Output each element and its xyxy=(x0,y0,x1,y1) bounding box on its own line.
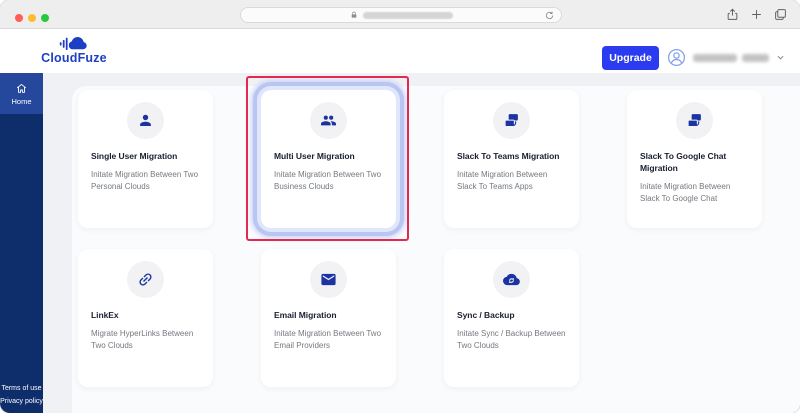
card-description: Migrate HyperLinks Between Two Clouds xyxy=(91,329,194,350)
cloud-sync-icon xyxy=(503,271,520,288)
card-icon-circle xyxy=(310,261,347,298)
address-bar[interactable] xyxy=(240,7,562,23)
chevron-down-icon xyxy=(776,53,785,62)
card-icon-circle xyxy=(493,102,530,139)
card-title: Slack To Teams Migration xyxy=(457,151,560,161)
redacted-url xyxy=(362,11,453,19)
tabs-icon[interactable] xyxy=(774,8,787,21)
content-panel: Single User Migration Initate Migration B… xyxy=(72,76,800,413)
card-sync-backup[interactable]: Sync / Backup Initate Sync / Backup Betwe… xyxy=(444,249,579,387)
card-icon-circle xyxy=(127,261,164,298)
redacted-username xyxy=(693,53,769,62)
multi-user-icon xyxy=(320,112,337,129)
user-menu[interactable] xyxy=(667,48,785,67)
sidebar: Home Terms of use Privacy policy xyxy=(0,73,43,413)
cloudfuze-logo-icon xyxy=(52,35,96,51)
card-description: Initate Migration Between Two Business C… xyxy=(274,170,382,191)
cards-grid: Single User Migration Initate Migration B… xyxy=(78,76,762,387)
sidebar-item-label: Home xyxy=(11,96,32,106)
card-icon-circle xyxy=(676,102,713,139)
card-title: Slack To Google Chat Migration xyxy=(640,151,727,173)
lock-icon xyxy=(350,11,358,19)
privacy-policy-link[interactable]: Privacy policy xyxy=(0,395,43,408)
close-button[interactable] xyxy=(15,14,23,22)
email-icon xyxy=(320,271,337,288)
card-email-migration[interactable]: Email Migration Initate Migration Between… xyxy=(261,249,396,387)
link-icon xyxy=(137,271,154,288)
card-title: LinkEx xyxy=(91,310,119,320)
card-description: Initate Migration Between Two Email Prov… xyxy=(274,329,382,350)
card-slack-to-teams-migration[interactable]: Slack To Teams Migration Initate Migratio… xyxy=(444,90,579,228)
plus-icon[interactable] xyxy=(750,8,763,21)
card-icon-circle xyxy=(310,102,347,139)
slack-gchat-icon xyxy=(686,112,703,129)
upgrade-button[interactable]: Upgrade xyxy=(602,46,659,70)
card-icon-circle xyxy=(493,261,530,298)
zoom-button[interactable] xyxy=(41,14,49,22)
reload-icon[interactable] xyxy=(544,10,555,21)
cloudfuze-logo[interactable]: CloudFuze xyxy=(38,35,110,65)
card-title: Sync / Backup xyxy=(457,310,515,320)
home-icon xyxy=(15,82,28,95)
card-title: Email Migration xyxy=(274,310,337,320)
card-description: Initate Migration Between Slack To Teams… xyxy=(457,170,548,191)
card-title: Multi User Migration xyxy=(274,151,355,161)
browser-chrome xyxy=(0,0,800,29)
card-description: Initate Migration Between Slack To Googl… xyxy=(640,182,731,203)
card-linkex[interactable]: LinkEx Migrate HyperLinks Between Two Clo… xyxy=(78,249,213,387)
browser-toolbar xyxy=(726,8,787,21)
sidebar-item-home[interactable]: Home xyxy=(0,73,43,114)
minimize-button[interactable] xyxy=(28,14,36,22)
app-header: CloudFuze Upgrade xyxy=(0,29,800,73)
card-multi-user-migration[interactable]: Multi User Migration Initate Migration Be… xyxy=(246,76,409,241)
brand-name: CloudFuze xyxy=(41,51,107,65)
card-description: Initate Sync / Backup Between Two Clouds xyxy=(457,329,566,350)
main-background: Single User Migration Initate Migration B… xyxy=(43,73,800,413)
card-slack-to-google-chat-migration[interactable]: Slack To Google Chat Migration Initate Mi… xyxy=(627,90,762,228)
sidebar-footer: Terms of use Privacy policy xyxy=(0,382,43,408)
browser-window: CloudFuze Upgrade Home Terms of use Priv… xyxy=(0,0,800,413)
card-title: Single User Migration xyxy=(91,151,178,161)
share-icon[interactable] xyxy=(726,8,739,21)
card-description: Initate Migration Between Two Personal C… xyxy=(91,170,199,191)
single-user-icon xyxy=(137,112,154,129)
card-single-user-migration[interactable]: Single User Migration Initate Migration B… xyxy=(78,90,213,228)
slack-teams-icon xyxy=(503,112,520,129)
user-avatar-icon xyxy=(667,48,686,67)
card-icon-circle xyxy=(127,102,164,139)
terms-of-use-link[interactable]: Terms of use xyxy=(0,382,43,395)
